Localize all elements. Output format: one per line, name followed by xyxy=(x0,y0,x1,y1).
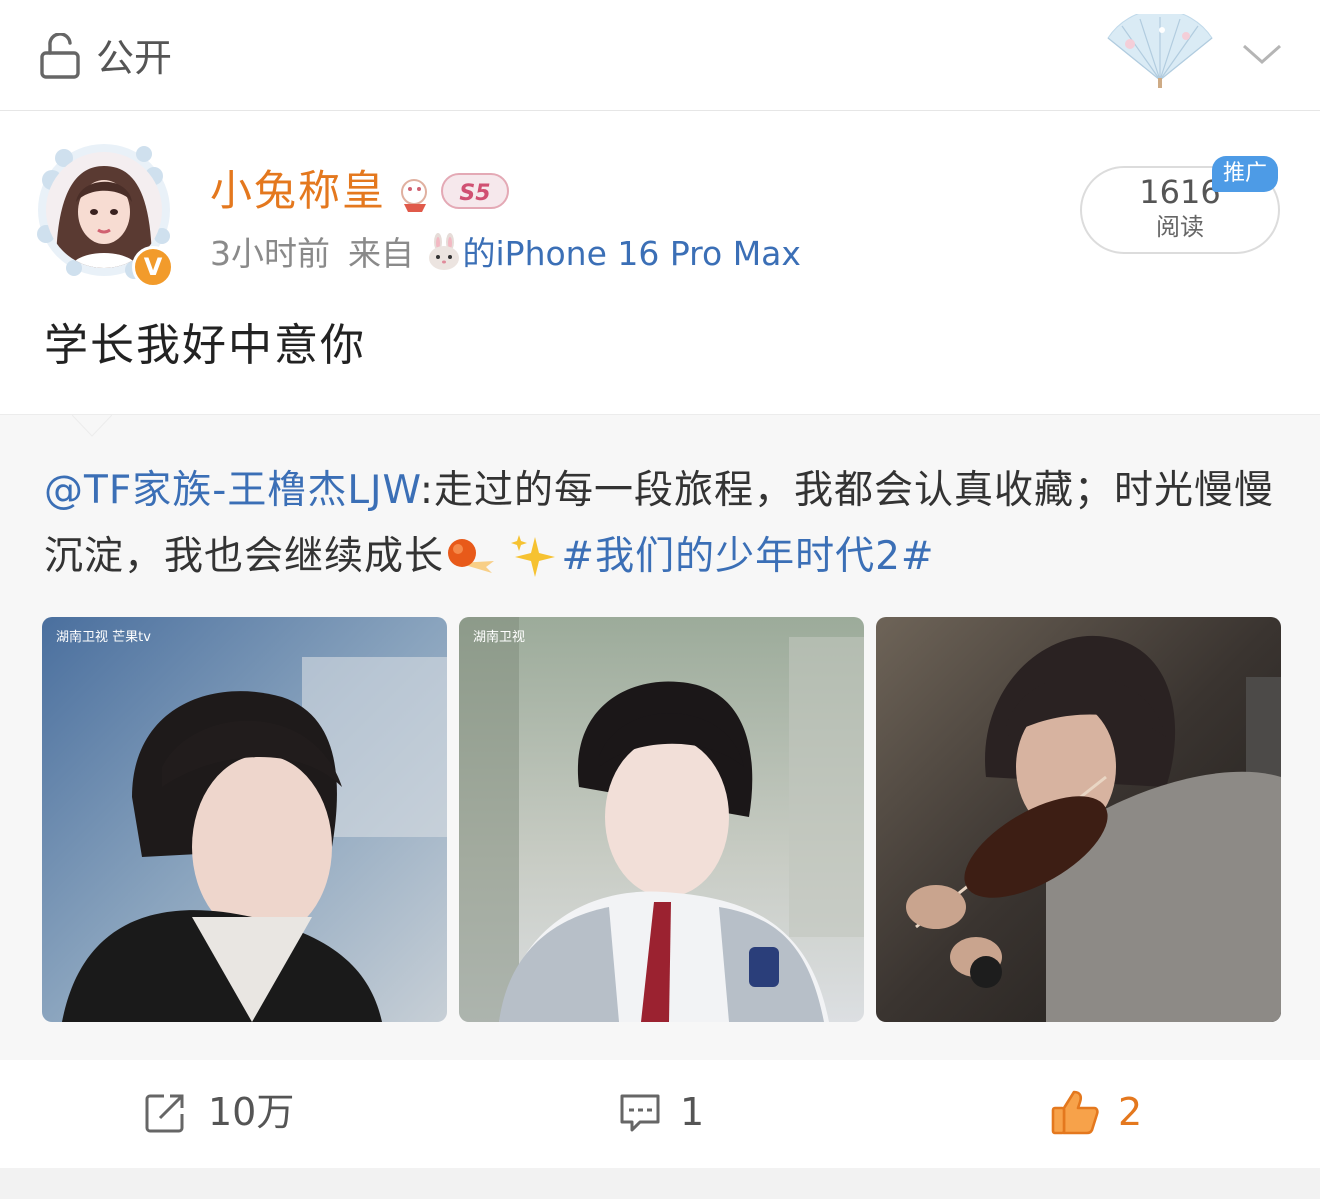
comment-icon xyxy=(620,1094,660,1132)
mention-link[interactable]: @TF家族-王橹杰LJW xyxy=(44,468,420,513)
repost-notch xyxy=(72,414,112,437)
hashtag-link[interactable]: #我们的少年时代2# xyxy=(561,534,934,579)
fan-decoration-icon xyxy=(1107,14,1213,88)
rabbit-emoji-icon xyxy=(428,233,459,270)
visibility-label: 公开 xyxy=(96,36,173,80)
device-link[interactable]: 的iPhone 16 Pro Max xyxy=(463,234,801,273)
lock-icon xyxy=(40,33,80,79)
sparkles-emoji-icon xyxy=(511,535,556,577)
comment-button[interactable]: 1 xyxy=(618,1082,738,1142)
repost-image-1[interactable]: 湖南卫视 芒果tv xyxy=(42,617,447,1022)
thumbs-up-icon xyxy=(1051,1090,1099,1135)
rank-badge-text: S5 xyxy=(459,181,490,206)
verified-badge: V xyxy=(132,246,174,288)
promo-tag[interactable]: 推广 xyxy=(1212,156,1278,192)
repost-image-2[interactable]: 湖南卫视 xyxy=(459,617,864,1022)
repost-count: 10万 xyxy=(208,1090,295,1134)
repost-button[interactable]: 10万 xyxy=(144,1082,344,1142)
repost-image-3[interactable] xyxy=(876,617,1281,1022)
post-meta: 3小时前 来自 的iPhone 16 Pro Max xyxy=(210,230,801,278)
post-time: 3小时前 xyxy=(210,234,330,273)
visibility-bar[interactable]: 公开 xyxy=(0,0,1320,111)
source-prefix: 来自 xyxy=(348,234,414,273)
read-label: 阅读 xyxy=(1156,213,1204,241)
watermark-1: 湖南卫视 芒果tv xyxy=(56,629,151,645)
username[interactable]: 小兔称皇 xyxy=(210,164,386,218)
watermark-2: 湖南卫视 xyxy=(473,629,525,645)
share-icon xyxy=(145,1094,184,1133)
repost-text: @TF家族-王橹杰LJW:走过的每一段旅程，我都会认真收藏；时光慢慢沉淀，我也会… xyxy=(44,458,1284,590)
chevron-down-icon[interactable] xyxy=(1240,38,1284,68)
like-button[interactable]: 2 xyxy=(1050,1082,1170,1142)
bottom-separator xyxy=(0,1168,1320,1199)
like-count: 2 xyxy=(1118,1090,1143,1134)
meteor-emoji-icon xyxy=(448,539,495,573)
post-text: 学长我好中意你 xyxy=(44,320,366,371)
rank-badge-icon: S5 xyxy=(401,173,509,212)
comment-count: 1 xyxy=(680,1090,705,1134)
